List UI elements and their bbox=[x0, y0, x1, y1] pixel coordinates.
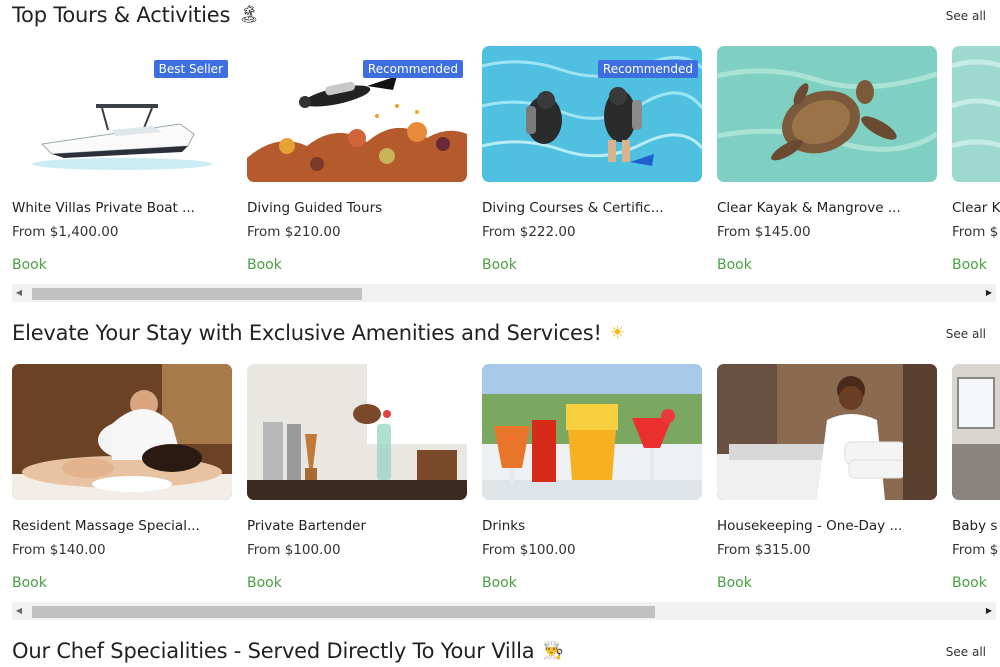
scroll-thumb[interactable] bbox=[32, 288, 362, 300]
card-title[interactable]: Baby s bbox=[952, 518, 1000, 534]
card-title[interactable]: Diving Guided Tours bbox=[247, 200, 467, 216]
book-link[interactable]: Book bbox=[482, 257, 702, 273]
card-price: From $1,400.00 bbox=[12, 224, 119, 240]
scroll-right-arrow-icon[interactable]: ▶ bbox=[982, 602, 996, 620]
section-header: Our Chef Specialities - Served Directly … bbox=[0, 636, 1000, 667]
card-title[interactable]: Housekeeping - One-Day ... bbox=[717, 518, 937, 534]
book-link[interactable]: Book bbox=[952, 257, 1000, 273]
card[interactable]: Clear K From $ Book bbox=[952, 46, 1000, 273]
see-all-link[interactable]: See all bbox=[946, 327, 986, 341]
card-badge: Best Seller bbox=[153, 60, 228, 78]
book-link[interactable]: Book bbox=[717, 257, 937, 273]
card-title[interactable]: Private Bartender bbox=[247, 518, 467, 534]
speedboat-image[interactable]: Best Seller bbox=[12, 46, 232, 182]
card-price: From $ bbox=[952, 224, 999, 240]
card[interactable]: Drinks From $100.00 Book bbox=[482, 364, 702, 591]
section-title: Elevate Your Stay with Exclusive Ameniti… bbox=[12, 321, 625, 345]
card[interactable]: Recommended Diving Guided Tours From $210.… bbox=[247, 46, 467, 273]
book-link[interactable]: Book bbox=[12, 257, 232, 273]
section-chef-specialities: Our Chef Specialities - Served Directly … bbox=[0, 636, 1000, 667]
card-price: From $222.00 bbox=[482, 224, 576, 240]
card[interactable]: Resident Massage Special... From $140.00 B… bbox=[12, 364, 232, 591]
book-link[interactable]: Book bbox=[247, 575, 467, 591]
section-header: Top Tours & Activities 🏝 See all bbox=[0, 0, 1000, 34]
card-title[interactable]: Drinks bbox=[482, 518, 702, 534]
book-link[interactable]: Book bbox=[482, 575, 702, 591]
card[interactable]: Housekeeping - One-Day ... From $315.00 Bo… bbox=[717, 364, 937, 591]
card-title[interactable]: Resident Massage Special... bbox=[12, 518, 232, 534]
section-header: Elevate Your Stay with Exclusive Ameniti… bbox=[0, 318, 1000, 352]
pool-divers-image[interactable]: Recommended bbox=[482, 46, 702, 182]
card-carousel: Resident Massage Special... From $140.00 B… bbox=[0, 364, 1000, 604]
sea-turtle-image[interactable] bbox=[717, 46, 937, 182]
section-title: Top Tours & Activities 🏝 bbox=[12, 3, 260, 27]
card-badge: Recommended bbox=[362, 60, 463, 78]
card-title[interactable]: Diving Courses & Certific... bbox=[482, 200, 702, 216]
card-title[interactable]: Clear Kayak & Mangrove ... bbox=[717, 200, 937, 216]
section-title: Our Chef Specialities - Served Directly … bbox=[12, 639, 564, 663]
card-price: From $100.00 bbox=[247, 542, 341, 558]
chef-icon: 👨‍🍳 bbox=[542, 641, 564, 661]
section-amenities: Elevate Your Stay with Exclusive Ameniti… bbox=[0, 318, 1000, 620]
horizontal-scrollbar[interactable]: ◀ ▶ bbox=[12, 284, 996, 302]
scroll-left-arrow-icon[interactable]: ◀ bbox=[12, 602, 26, 620]
scroll-right-arrow-icon[interactable]: ▶ bbox=[982, 284, 996, 302]
card-price: From $210.00 bbox=[247, 224, 341, 240]
card[interactable]: Private Bartender From $100.00 Book bbox=[247, 364, 467, 591]
card[interactable]: Best Seller White Villas Private Boat ...… bbox=[12, 46, 232, 273]
housekeeper-image[interactable] bbox=[717, 364, 937, 500]
sun-icon: ☀ bbox=[609, 323, 625, 343]
bartender-image[interactable] bbox=[247, 364, 467, 500]
card[interactable]: Clear Kayak & Mangrove ... From $145.00 Bo… bbox=[717, 46, 937, 273]
see-all-link[interactable]: See all bbox=[946, 9, 986, 23]
cocktails-image[interactable] bbox=[482, 364, 702, 500]
card-title[interactable]: White Villas Private Boat ... bbox=[12, 200, 232, 216]
book-link[interactable]: Book bbox=[717, 575, 937, 591]
card-price: From $ bbox=[952, 542, 999, 558]
card-price: From $145.00 bbox=[717, 224, 811, 240]
card[interactable]: Recommended Diving Courses & Certific... F… bbox=[482, 46, 702, 273]
card-price: From $140.00 bbox=[12, 542, 106, 558]
scroll-thumb[interactable] bbox=[32, 606, 655, 618]
horizontal-scrollbar[interactable]: ◀ ▶ bbox=[12, 602, 996, 620]
scroll-left-arrow-icon[interactable]: ◀ bbox=[12, 284, 26, 302]
palm-island-icon: 🏝 bbox=[238, 5, 260, 25]
card-title[interactable]: Clear K bbox=[952, 200, 1000, 216]
reef-diver-image[interactable]: Recommended bbox=[247, 46, 467, 182]
massage-image[interactable] bbox=[12, 364, 232, 500]
card-carousel: Best Seller White Villas Private Boat ...… bbox=[0, 46, 1000, 286]
see-all-link[interactable]: See all bbox=[946, 645, 986, 659]
card-price: From $315.00 bbox=[717, 542, 811, 558]
shallow-water-image[interactable] bbox=[952, 46, 1000, 182]
book-link[interactable]: Book bbox=[952, 575, 1000, 591]
room-image[interactable] bbox=[952, 364, 1000, 500]
book-link[interactable]: Book bbox=[12, 575, 232, 591]
card-price: From $100.00 bbox=[482, 542, 576, 558]
book-link[interactable]: Book bbox=[247, 257, 467, 273]
section-top-tours: Top Tours & Activities 🏝 See all Best Sel… bbox=[0, 0, 1000, 302]
card[interactable]: Baby s From $ Book bbox=[952, 364, 1000, 591]
card-badge: Recommended bbox=[597, 60, 698, 78]
